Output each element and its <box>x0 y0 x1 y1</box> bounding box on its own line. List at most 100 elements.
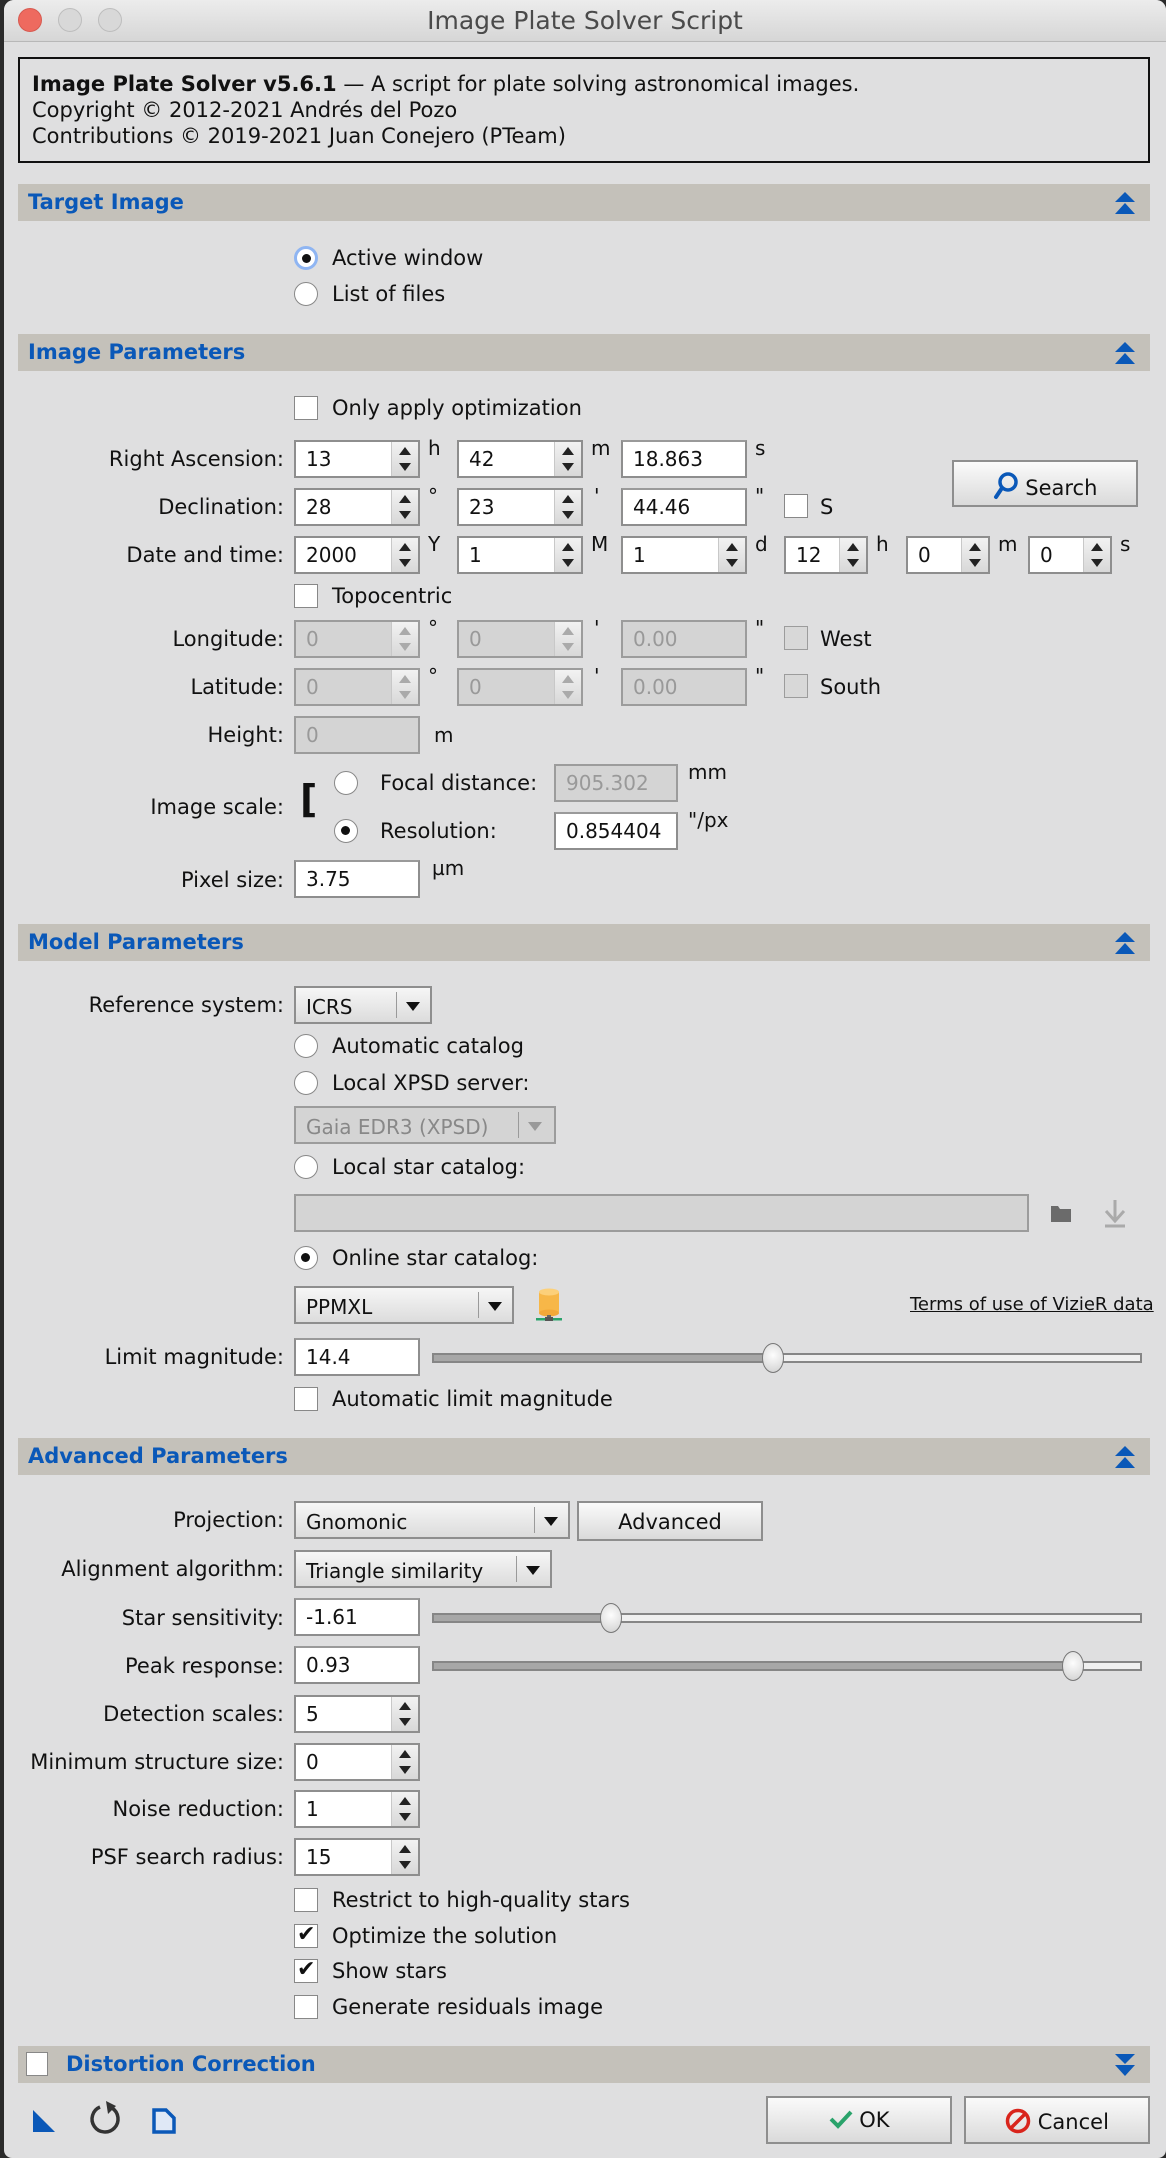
distortion-correction-checkbox[interactable] <box>26 2052 48 2076</box>
only-apply-optimization-checkbox[interactable] <box>294 396 318 420</box>
spin-arrows[interactable] <box>554 442 581 476</box>
section-image-parameters[interactable]: Image Parameters <box>18 334 1150 371</box>
dec-degrees-spinbox[interactable]: 28 <box>294 488 420 526</box>
slider-thumb[interactable] <box>1061 1651 1084 1681</box>
online-star-catalog-radio[interactable] <box>294 1246 318 1270</box>
ra-minutes-spinbox[interactable]: 42 <box>457 440 583 478</box>
spin-arrows[interactable] <box>391 622 418 656</box>
noise-reduction-spinbox[interactable]: 1 <box>294 1790 420 1828</box>
latitude-seconds-field[interactable]: 0.00 <box>621 668 747 706</box>
vizier-terms-link[interactable]: Terms of use of VizieR data <box>910 1294 1154 1315</box>
collapse-icon[interactable] <box>1114 341 1136 365</box>
spin-arrows[interactable] <box>961 538 988 572</box>
resolution-radio[interactable] <box>334 819 358 843</box>
second-spinbox[interactable]: 0 <box>1028 536 1112 574</box>
section-model-parameters[interactable]: Model Parameters <box>18 924 1150 961</box>
cancel-button[interactable]: Cancel <box>964 2096 1150 2144</box>
dec-minutes-spinbox[interactable]: 23 <box>457 488 583 526</box>
reset-icon[interactable] <box>86 2100 124 2138</box>
spin-arrows[interactable] <box>391 538 418 572</box>
online-catalog-combo[interactable]: PPMXL <box>294 1286 514 1324</box>
spin-arrows[interactable] <box>391 1840 418 1874</box>
focal-distance-field[interactable]: 905.302 <box>554 764 678 802</box>
limit-magnitude-slider[interactable] <box>432 1343 1142 1373</box>
west-checkbox[interactable] <box>784 626 808 650</box>
hour-spinbox[interactable]: 12 <box>784 536 868 574</box>
ok-label: OK <box>859 2108 890 2132</box>
dec-seconds-field[interactable]: 44.46 <box>621 488 747 526</box>
collapse-icon[interactable] <box>1114 191 1136 215</box>
focal-distance-radio[interactable] <box>334 771 358 795</box>
advanced-projection-button[interactable]: Advanced <box>577 1501 763 1541</box>
peak-response-field[interactable]: 0.93 <box>294 1646 420 1684</box>
documentation-icon[interactable] <box>152 2108 176 2134</box>
automatic-catalog-radio[interactable] <box>294 1034 318 1058</box>
automatic-limit-magnitude-checkbox[interactable] <box>294 1387 318 1411</box>
section-target-image[interactable]: Target Image <box>18 184 1150 221</box>
resolution-field[interactable]: 0.854404 <box>554 812 678 850</box>
ok-button[interactable]: OK <box>766 2096 952 2144</box>
reference-system-combo[interactable]: ICRS <box>294 986 432 1024</box>
year-spinbox[interactable]: 2000 <box>294 536 420 574</box>
day-spinbox[interactable]: 1 <box>621 536 747 574</box>
star-sensitivity-field[interactable]: -1.61 <box>294 1598 420 1636</box>
spin-arrows[interactable] <box>554 538 581 572</box>
latitude-minutes-spinbox[interactable]: 0 <box>457 668 583 706</box>
spin-arrows[interactable] <box>391 442 418 476</box>
collapse-icon[interactable] <box>1114 931 1136 955</box>
generate-residuals-checkbox[interactable] <box>294 1995 318 2019</box>
minute-spinbox[interactable]: 0 <box>906 536 990 574</box>
local-catalog-path-field[interactable] <box>294 1194 1029 1232</box>
detection-scales-spinbox[interactable]: 5 <box>294 1695 420 1733</box>
active-window-radio[interactable] <box>294 246 318 270</box>
psf-search-radius-spinbox[interactable]: 15 <box>294 1838 420 1876</box>
spin-arrows[interactable] <box>554 622 581 656</box>
topocentric-checkbox[interactable] <box>294 584 318 608</box>
projection-combo[interactable]: Gnomonic <box>294 1501 570 1539</box>
new-instance-icon[interactable] <box>32 2109 56 2133</box>
ra-hours-spinbox[interactable]: 13 <box>294 440 420 478</box>
expand-icon[interactable] <box>1114 2053 1136 2077</box>
section-advanced-parameters[interactable]: Advanced Parameters <box>18 1438 1150 1475</box>
show-stars-checkbox[interactable] <box>294 1957 318 1983</box>
slider-thumb[interactable] <box>599 1603 622 1633</box>
collapse-icon[interactable] <box>1114 1445 1136 1469</box>
height-field[interactable]: 0 <box>294 716 420 754</box>
xpsd-server-combo[interactable]: Gaia EDR3 (XPSD) <box>294 1106 556 1144</box>
optimize-solution-checkbox[interactable] <box>294 1922 318 1948</box>
south-checkbox[interactable] <box>784 674 808 698</box>
peak-response-slider[interactable] <box>432 1651 1142 1681</box>
dec-south-checkbox[interactable] <box>784 494 808 518</box>
limit-magnitude-field[interactable]: 14.4 <box>294 1338 420 1376</box>
alignment-algorithm-combo[interactable]: Triangle similarity <box>294 1550 552 1588</box>
spin-arrows[interactable] <box>839 538 866 572</box>
longitude-minutes-spinbox[interactable]: 0 <box>457 620 583 658</box>
folder-icon[interactable] <box>1050 1203 1072 1223</box>
database-server-icon[interactable] <box>534 1288 564 1322</box>
spin-arrows[interactable] <box>391 1792 418 1826</box>
star-sensitivity-slider[interactable] <box>432 1603 1142 1633</box>
section-distortion-correction[interactable]: Distortion Correction <box>18 2046 1150 2083</box>
download-icon[interactable] <box>1102 1198 1128 1228</box>
local-xpsd-radio[interactable] <box>294 1071 318 1095</box>
spin-arrows[interactable] <box>391 670 418 704</box>
local-star-catalog-radio[interactable] <box>294 1155 318 1179</box>
ra-seconds-field[interactable]: 18.863 <box>621 440 747 478</box>
spin-arrows[interactable] <box>391 1745 418 1779</box>
search-button[interactable]: Search <box>952 460 1138 507</box>
month-spinbox[interactable]: 1 <box>457 536 583 574</box>
spin-arrows[interactable] <box>391 1697 418 1731</box>
longitude-seconds-field[interactable]: 0.00 <box>621 620 747 658</box>
spin-arrows[interactable] <box>1083 538 1110 572</box>
longitude-degrees-spinbox[interactable]: 0 <box>294 620 420 658</box>
list-of-files-radio[interactable] <box>294 282 318 306</box>
spin-arrows[interactable] <box>718 538 745 572</box>
min-structure-size-spinbox[interactable]: 0 <box>294 1743 420 1781</box>
spin-arrows[interactable] <box>391 490 418 524</box>
spin-arrows[interactable] <box>554 670 581 704</box>
slider-thumb[interactable] <box>761 1343 784 1373</box>
spin-arrows[interactable] <box>554 490 581 524</box>
pixel-size-field[interactable]: 3.75 <box>294 860 420 898</box>
latitude-degrees-spinbox[interactable]: 0 <box>294 668 420 706</box>
restrict-high-quality-checkbox[interactable] <box>294 1888 318 1912</box>
